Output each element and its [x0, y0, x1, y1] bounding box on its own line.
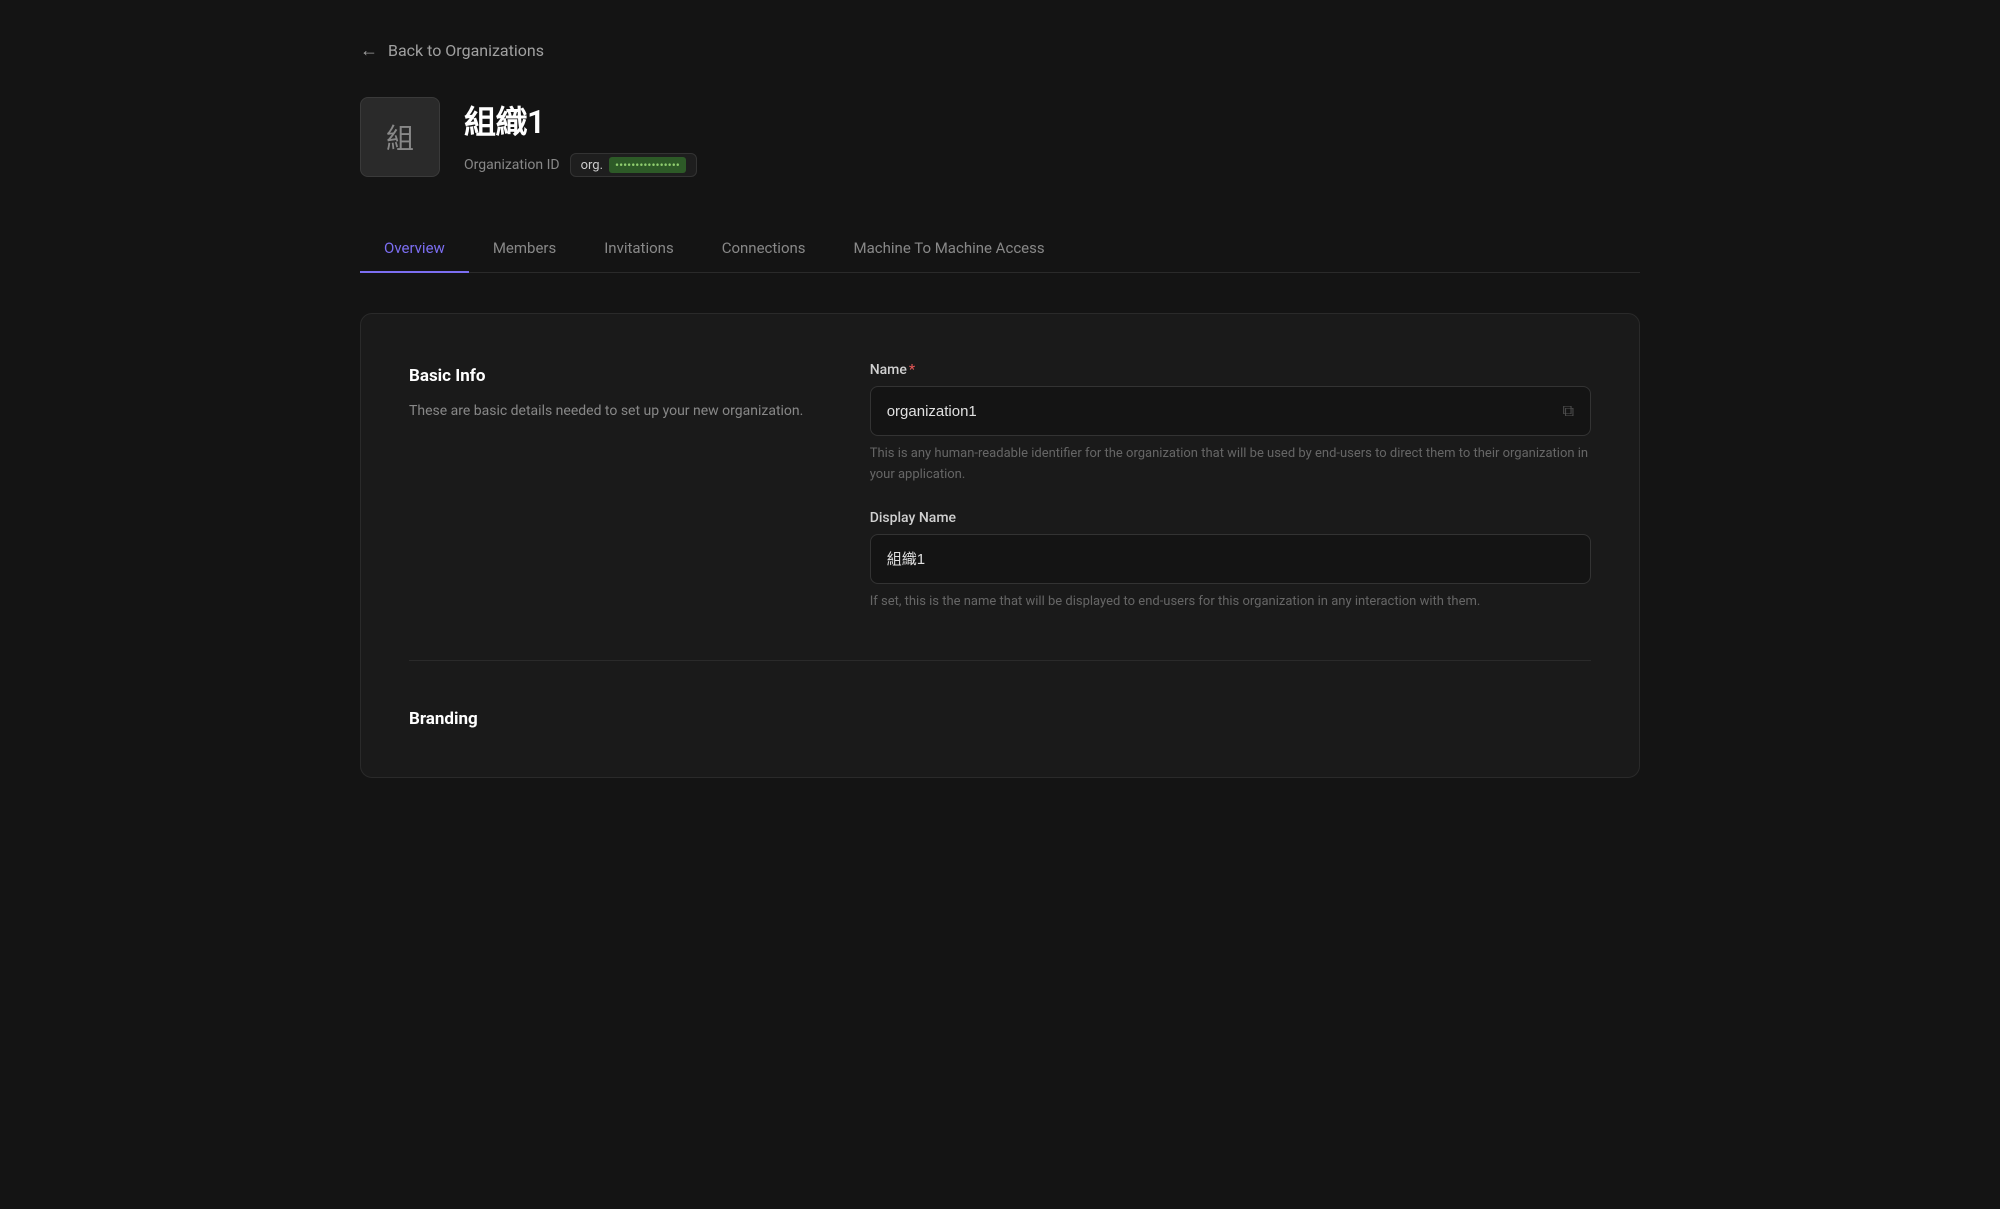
org-header: 組 組織1 Organization ID org. •••••••••••••… — [360, 97, 1640, 177]
tab-connections[interactable]: Connections — [698, 225, 830, 273]
name-input-wrapper[interactable]: ⧉ — [870, 386, 1591, 436]
basic-info-left: Basic Info These are basic details neede… — [409, 362, 810, 422]
org-info: 組織1 Organization ID org. •••••••••••••••… — [464, 97, 697, 177]
display-name-hint: If set, this is the name that will be di… — [870, 592, 1591, 613]
basic-info-desc: These are basic details needed to set up… — [409, 400, 810, 422]
tab-machine-to-machine[interactable]: Machine To Machine Access — [830, 225, 1069, 273]
back-to-organizations-link[interactable]: ← Back to Organizations — [360, 40, 1640, 61]
name-label: Name* — [870, 362, 1591, 378]
tab-overview[interactable]: Overview — [360, 225, 469, 273]
basic-info-title: Basic Info — [409, 366, 810, 386]
tab-members[interactable]: Members — [469, 225, 580, 273]
display-name-input[interactable] — [887, 550, 1574, 567]
org-id-value: •••••••••••••••• — [609, 157, 686, 173]
tab-invitations[interactable]: Invitations — [580, 225, 697, 273]
tabs-list: Overview Members Invitations Connections… — [360, 225, 1640, 272]
name-field-group: Name* ⧉ This is any human-readable ident… — [870, 362, 1591, 486]
org-id-prefix: org. — [581, 158, 603, 173]
name-input[interactable] — [887, 403, 1563, 420]
name-required: * — [909, 362, 915, 378]
org-id-row: Organization ID org. •••••••••••••••• — [464, 153, 697, 177]
back-arrow-icon: ← — [360, 40, 378, 61]
name-hint: This is any human-readable identifier fo… — [870, 444, 1591, 486]
display-name-input-wrapper[interactable] — [870, 534, 1591, 584]
display-name-field-group: Display Name If set, this is the name th… — [870, 510, 1591, 613]
org-avatar: 組 — [360, 97, 440, 177]
org-id-label: Organization ID — [464, 157, 560, 173]
display-name-label: Display Name — [870, 510, 1591, 526]
branding-title: Branding — [409, 709, 1591, 729]
tabs-container: Overview Members Invitations Connections… — [360, 225, 1640, 273]
back-link-label: Back to Organizations — [388, 41, 544, 60]
content-card: Basic Info These are basic details neede… — [360, 313, 1640, 778]
org-id-badge[interactable]: org. •••••••••••••••• — [570, 153, 697, 177]
org-name: 組織1 — [464, 97, 697, 143]
basic-info-right: Name* ⧉ This is any human-readable ident… — [870, 362, 1591, 612]
basic-info-section: Basic Info These are basic details neede… — [409, 362, 1591, 612]
copy-icon[interactable]: ⧉ — [1563, 401, 1574, 421]
branding-section: Branding — [409, 661, 1591, 729]
